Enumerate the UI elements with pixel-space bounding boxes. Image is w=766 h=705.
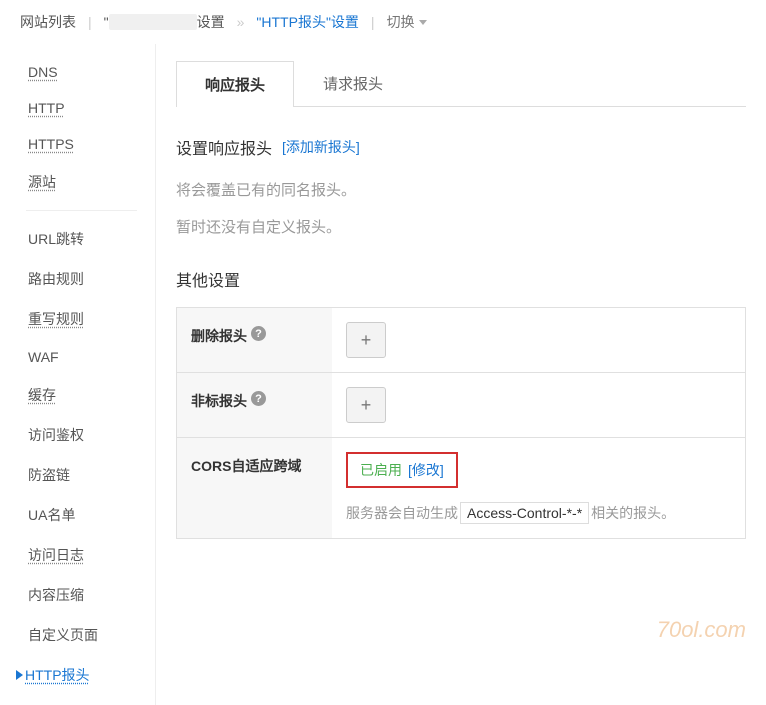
cors-modify-link[interactable]: [修改] [408, 460, 444, 480]
sidebar-item-label: 缓存 [28, 387, 56, 403]
breadcrumb-sep: | [88, 14, 92, 30]
cors-status: 已启用 [360, 460, 402, 480]
tabs: 响应报头 请求报头 [176, 60, 746, 107]
sidebar-item-access-log[interactable]: 访问日志 [8, 535, 155, 575]
sidebar: DNS HTTP HTTPS 源站 URL跳转路由规则重写规则 WAF 缓存访问鉴权防盗链 U… [0, 44, 155, 705]
response-header-section: 设置响应报头 [添加新报头] 将会覆盖已有的同名报头。 暂时还没有自定义报头。 [176, 135, 746, 237]
sidebar-item-label: WAF [28, 349, 59, 365]
main-content: 响应报头 请求报头 设置响应报头 [添加新报头] 将会覆盖已有的同名报头。 暂时… [155, 44, 766, 705]
sidebar-item-label: HTTPS [28, 136, 74, 152]
tab-request[interactable]: 请求报头 [294, 60, 412, 106]
cors-code: Access-Control-*-* [460, 502, 589, 524]
cors-value: 已启用 [修改] 服务器会自动生成 Access-Control-*-* 相关的… [332, 438, 745, 538]
sidebar-item-label: 内容压缩 [28, 587, 84, 603]
nonstd-header-value: + [332, 373, 745, 437]
sidebar-separator [26, 210, 137, 211]
breadcrumb-root[interactable]: 网站列表 [20, 12, 76, 32]
delete-header-row: 删除报头 ? + [177, 308, 745, 373]
sidebar-item-auth[interactable]: 访问鉴权 [8, 415, 155, 455]
other-settings-title: 其他设置 [176, 267, 746, 291]
nonstd-header-row: 非标报头 ? + [177, 373, 745, 438]
sidebar-item-custom-page[interactable]: 自定义页面 [8, 615, 155, 655]
sidebar-item-label: 访问鉴权 [28, 427, 84, 443]
help-icon[interactable]: ? [251, 326, 266, 341]
breadcrumb-sep: » [237, 14, 245, 30]
sidebar-item-https[interactable]: HTTPS [8, 126, 155, 162]
sidebar-item-rewrite-rules[interactable]: 重写规则 [8, 299, 155, 339]
breadcrumb-site: "xxxx设置 [104, 12, 225, 32]
sidebar-item-http-header[interactable]: HTTP报头 [8, 655, 155, 695]
triangle-right-icon [16, 670, 23, 680]
response-header-title: 设置响应报头 [176, 135, 272, 159]
sidebar-item-label: URL跳转 [28, 231, 84, 247]
other-settings-table: 删除报头 ? + 非标报头 ? + CORS自适应跨域 [176, 307, 746, 539]
add-delete-header-button[interactable]: + [346, 322, 386, 358]
sidebar-item-label: UA名单 [28, 507, 75, 523]
delete-header-value: + [332, 308, 745, 372]
sidebar-item-url-redirect[interactable]: URL跳转 [8, 219, 155, 259]
sidebar-item-compression[interactable]: 内容压缩 [8, 575, 155, 615]
chevron-down-icon [419, 20, 427, 25]
response-desc-1: 将会覆盖已有的同名报头。 [176, 179, 746, 200]
sidebar-item-label: HTTP报头 [25, 665, 90, 685]
sidebar-item-origin[interactable]: 源站 [8, 162, 155, 202]
sidebar-item-label: 路由规则 [28, 271, 84, 287]
breadcrumb-http-header[interactable]: "HTTP报头"设置 [256, 12, 359, 32]
sidebar-item-waf[interactable]: WAF [8, 339, 155, 375]
sidebar-item-dns[interactable]: DNS [8, 54, 155, 90]
cors-status-box: 已启用 [修改] [346, 452, 458, 488]
sidebar-item-label: HTTP [28, 100, 65, 116]
delete-header-label: 删除报头 ? [177, 308, 332, 372]
sidebar-item-label: 防盗链 [28, 467, 70, 483]
cors-label: CORS自适应跨域 [177, 438, 332, 538]
sidebar-item-label: DNS [28, 64, 58, 80]
breadcrumb-sep: | [371, 14, 375, 30]
breadcrumb: 网站列表 | "xxxx设置 » "HTTP报头"设置 | 切换 [0, 0, 766, 44]
tab-response[interactable]: 响应报头 [176, 61, 294, 107]
sidebar-item-http[interactable]: HTTP [8, 90, 155, 126]
sidebar-item-cache[interactable]: 缓存 [8, 375, 155, 415]
sidebar-item-label: 访问日志 [28, 547, 84, 563]
add-header-link[interactable]: [添加新报头] [282, 137, 360, 157]
sidebar-item-label: 源站 [28, 174, 56, 190]
breadcrumb-switch[interactable]: 切换 [387, 12, 427, 32]
sidebar-item-label: 重写规则 [28, 311, 84, 327]
sidebar-item-ua-list[interactable]: UA名单 [8, 495, 155, 535]
help-icon[interactable]: ? [251, 391, 266, 406]
cors-row: CORS自适应跨域 已启用 [修改] 服务器会自动生成 Access-Contr… [177, 438, 745, 538]
sidebar-item-label: 自定义页面 [28, 627, 98, 643]
cors-description: 服务器会自动生成 Access-Control-*-* 相关的报头。 [346, 502, 731, 524]
sidebar-item-anti-leech[interactable]: 防盗链 [8, 455, 155, 495]
nonstd-header-label: 非标报头 ? [177, 373, 332, 437]
sidebar-item-route-rules[interactable]: 路由规则 [8, 259, 155, 299]
add-nonstd-header-button[interactable]: + [346, 387, 386, 423]
response-desc-2: 暂时还没有自定义报头。 [176, 216, 746, 237]
